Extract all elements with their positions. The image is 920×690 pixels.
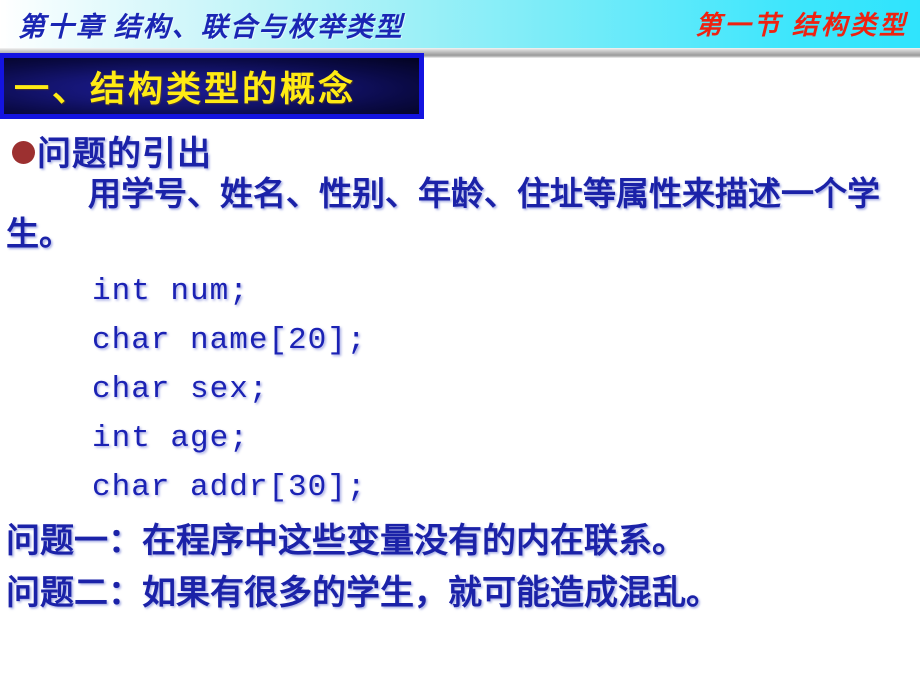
code-line: char name[20];	[92, 323, 367, 358]
bullet-heading-row: 问题的引出	[0, 125, 920, 175]
code-line: int age;	[92, 421, 249, 456]
code-line: char addr[30];	[92, 470, 367, 505]
slide-body: 问题的引出 用学号、姓名、性别、年龄、住址等属性来描述一个学生。 int num…	[0, 125, 920, 620]
code-line: char sex;	[92, 372, 269, 407]
intro-paragraph-text: 用学号、姓名、性别、年龄、住址等属性来描述一个学生。	[6, 177, 880, 253]
code-line: int num;	[92, 274, 249, 309]
intro-paragraph: 用学号、姓名、性别、年龄、住址等属性来描述一个学生。	[0, 175, 920, 255]
problem-line: 问题二：如果有很多的学生，就可能造成混乱。	[6, 575, 720, 612]
slide-canvas: 第十章 结构、联合与枚举类型 第一节 结构类型 一、结构类型的概念 问题的引出 …	[0, 0, 920, 690]
section-title-text: 一、结构类型的概念	[14, 69, 357, 109]
problem-list: 问题一：在程序中这些变量没有的内在联系。 问题二：如果有很多的学生，就可能造成混…	[0, 516, 920, 620]
header-chapter-title: 第十章 结构、联合与枚举类型	[18, 12, 404, 42]
section-title-box: 一、结构类型的概念	[0, 53, 424, 119]
header-section-title: 第一节 结构类型	[695, 11, 908, 40]
code-block: int num; char name[20]; char sex; int ag…	[0, 267, 920, 512]
problem-line: 问题一：在程序中这些变量没有的内在联系。	[6, 523, 686, 560]
filled-circle-bullet-icon	[12, 140, 35, 164]
slide-header-band: 第十章 结构、联合与枚举类型 第一节 结构类型	[0, 0, 920, 48]
bullet-heading-text: 问题的引出	[37, 135, 212, 173]
